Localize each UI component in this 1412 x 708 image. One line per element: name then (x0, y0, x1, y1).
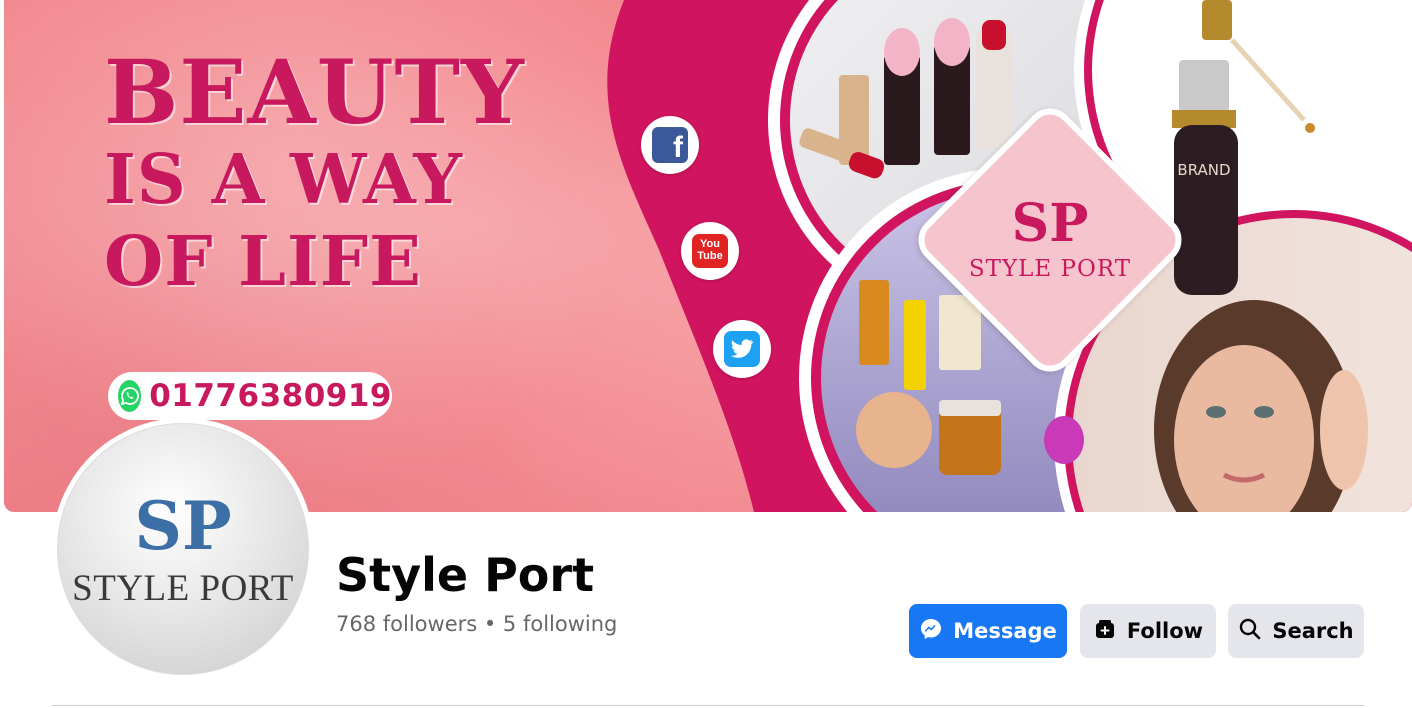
follow-label: Follow (1126, 619, 1204, 643)
follow-button[interactable]: Follow (1080, 604, 1216, 658)
search-button[interactable]: Search (1228, 604, 1364, 658)
search-label: Search (1272, 619, 1354, 643)
twitter-link[interactable] (713, 320, 771, 378)
twitter-icon (724, 331, 760, 367)
facebook-link[interactable]: f (641, 116, 699, 174)
search-icon (1238, 617, 1262, 646)
cover-logo-monogram: SP (1011, 193, 1089, 254)
follow-page-icon (1093, 617, 1117, 646)
page-title: Style Port (336, 548, 595, 602)
cover-logo: SP STYLE PORT (950, 150, 1150, 330)
whatsapp-icon (118, 380, 142, 412)
phone-number: 01776380919 (149, 378, 392, 414)
cover-headline: BEAUTY IS A WAY OF LIFE (104, 48, 525, 296)
avatar-name: STYLE PORT (72, 567, 294, 609)
youtube-icon: You Tube (692, 234, 728, 268)
headline-line-2: IS A WAY (104, 140, 463, 220)
headline-line-3: OF LIFE (104, 222, 422, 302)
follower-stats[interactable]: 768 followers • 5 following (336, 612, 617, 636)
avatar-monogram: SP (134, 486, 232, 565)
youtube-link[interactable]: You Tube (681, 222, 739, 280)
messenger-icon (919, 617, 943, 646)
headline-line-1: BEAUTY (104, 40, 525, 144)
youtube-label-bottom: Tube (697, 250, 723, 262)
message-label: Message (953, 619, 1057, 643)
avatar: SP STYLE PORT (57, 423, 309, 675)
facebook-icon: f (652, 127, 688, 163)
phone-badge: 01776380919 (108, 372, 392, 420)
cover-logo-name: STYLE PORT (968, 256, 1132, 282)
message-button[interactable]: Message (909, 604, 1067, 658)
profile-picture[interactable]: SP STYLE PORT (52, 418, 314, 680)
product-label: BRAND (1177, 161, 1230, 179)
header-divider (52, 705, 1364, 706)
